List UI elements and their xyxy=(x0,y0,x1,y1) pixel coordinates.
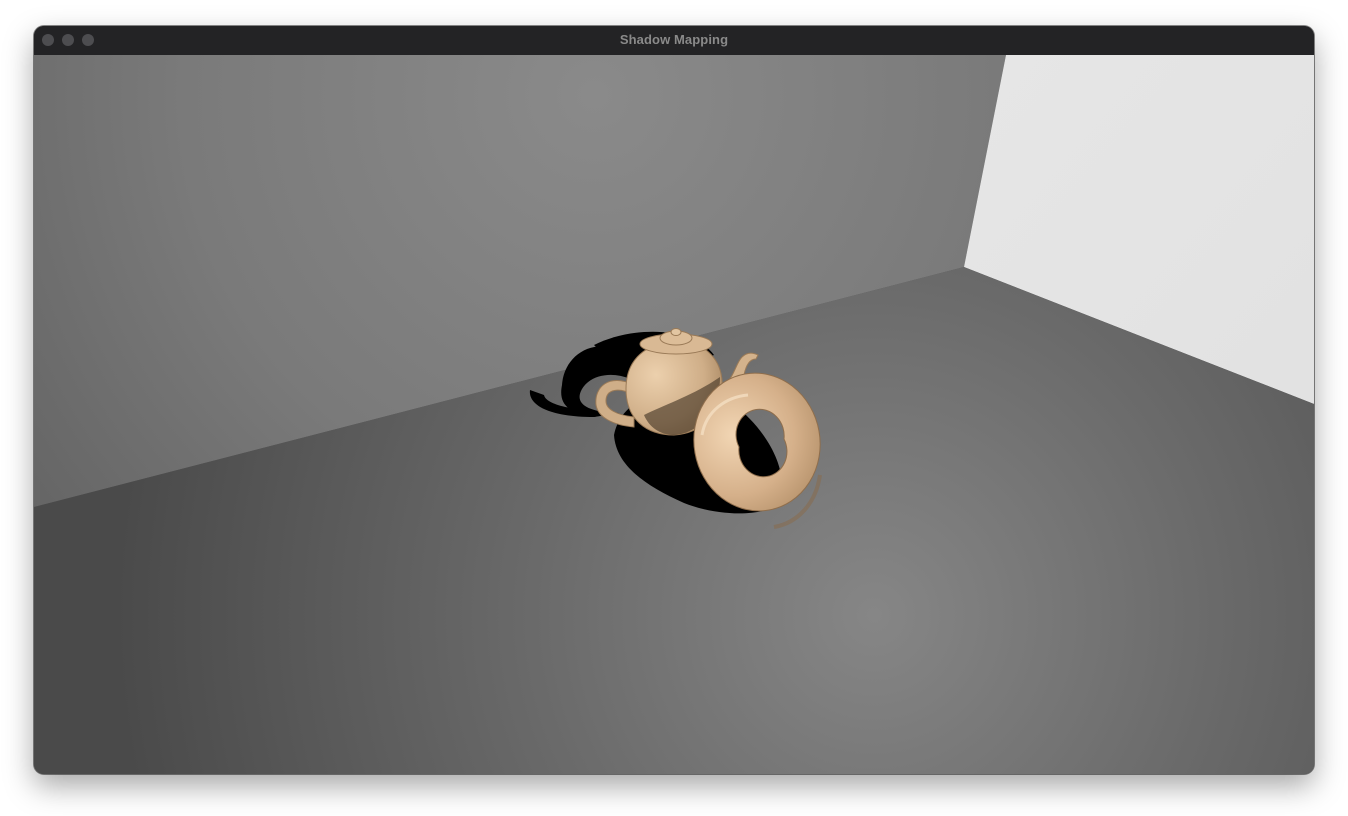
app-window: Shadow Mapping xyxy=(34,26,1314,774)
window-title: Shadow Mapping xyxy=(619,32,729,47)
scene-canvas[interactable] xyxy=(34,55,1314,774)
title-bar[interactable]: Shadow Mapping xyxy=(34,26,1314,56)
render-viewport[interactable] xyxy=(34,55,1314,774)
